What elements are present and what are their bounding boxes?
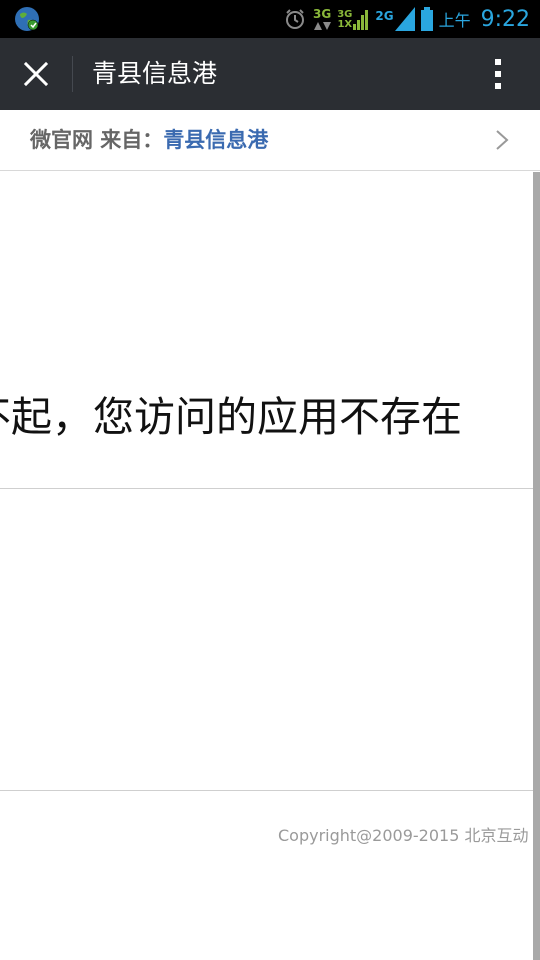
data-arrows-icon (314, 21, 332, 30)
status-bar: 3G 3G 1X 2G 上午 9:22 (0, 0, 540, 38)
status-right-group: 3G 3G 1X 2G 上午 9:22 (283, 0, 530, 38)
source-prefix: 微官网 来自： (30, 128, 164, 152)
title-divider (72, 56, 73, 92)
network-b-labels: 3G 1X (337, 10, 352, 30)
title-bar: 青县信息港 (0, 38, 540, 110)
signal-icon (394, 7, 415, 31)
battery-icon (420, 7, 433, 31)
clock-time: 9:22 (480, 6, 530, 32)
network-c-label: 2G (375, 9, 394, 23)
ampm-label: 上午 (438, 11, 471, 30)
globe-icon (15, 7, 39, 31)
copyright-text: Copyright@2009-2015 北京互动 (278, 826, 529, 845)
alarm-icon (286, 9, 304, 29)
error-message: 不起，您访问的应用不存在 (0, 393, 462, 441)
network-b-bottom-label: 1X (337, 19, 353, 30)
more-vertical-icon (495, 59, 501, 89)
network-a-label: 3G (313, 6, 332, 21)
page-title: 青县信息港 (92, 59, 218, 88)
content-divider-bottom (0, 790, 533, 791)
source-name-link[interactable]: 青县信息港 (163, 128, 268, 152)
network-c-labels: 2G (375, 9, 394, 31)
content-divider-top (0, 488, 533, 489)
chevron-right-icon (496, 130, 509, 150)
signal-icon (353, 10, 369, 30)
source-bar[interactable]: 微官网 来自：青县信息港 (0, 110, 540, 171)
page-content: 不起，您访问的应用不存在 Copyright@2009-2015 北京互动 (0, 172, 533, 960)
vertical-scrollbar[interactable] (533, 172, 540, 960)
signal-group-c: 2G (375, 7, 415, 31)
close-button[interactable] (14, 52, 58, 96)
more-options-button[interactable] (478, 54, 518, 94)
signal-group-b: 3G 1X (337, 8, 369, 30)
network-3g-indicator: 3G (313, 6, 332, 31)
close-icon (23, 61, 49, 87)
source-text: 微官网 来自：青县信息港 (30, 110, 268, 170)
